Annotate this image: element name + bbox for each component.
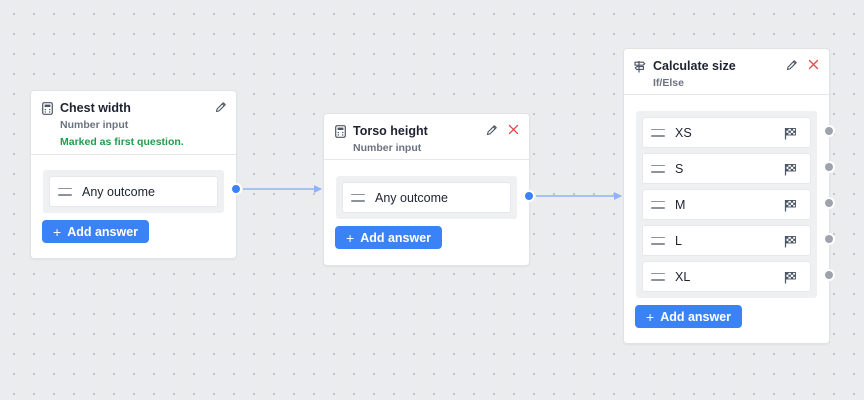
node-header: Torso height Number input <box>324 114 529 160</box>
node-type: If/Else <box>653 77 684 89</box>
answer-label: XS <box>675 125 692 140</box>
answer-label: S <box>675 161 684 176</box>
answer-label: L <box>675 233 682 248</box>
finish-flag-icon <box>784 127 797 140</box>
answers-list: XS S M L XL <box>636 111 817 298</box>
node-calculate-size[interactable]: Calculate size If/Else XS S M L XL + Add ans… <box>623 48 830 344</box>
answer-label: Any outcome <box>375 190 448 205</box>
flow-canvas[interactable]: Chest width Number input Marked as first… <box>0 0 864 400</box>
answers-list: Any outcome <box>336 176 517 219</box>
answers-list: Any outcome <box>43 170 224 213</box>
node-header: Calculate size If/Else <box>624 49 829 95</box>
drag-handle-icon[interactable] <box>651 236 665 245</box>
add-answer-label: Add answer <box>660 309 732 324</box>
add-answer-label: Add answer <box>360 230 432 245</box>
add-answer-label: Add answer <box>67 224 139 239</box>
drag-handle-icon[interactable] <box>651 272 665 281</box>
answer-item[interactable]: M <box>642 189 811 220</box>
finish-flag-icon <box>784 199 797 212</box>
branch-output-handle[interactable] <box>823 233 835 245</box>
node-type: Number input <box>60 119 129 131</box>
branch-output-handle[interactable] <box>823 125 835 137</box>
plus-icon: + <box>646 308 655 325</box>
finish-flag-icon <box>784 235 797 248</box>
output-handle[interactable] <box>230 183 242 195</box>
node-actions <box>784 57 821 72</box>
drag-handle-icon[interactable] <box>651 200 665 209</box>
edit-icon[interactable] <box>213 99 228 114</box>
answer-label: Any outcome <box>82 184 155 199</box>
node-header: Chest width Number input Marked as first… <box>31 91 236 155</box>
close-icon[interactable] <box>806 57 821 72</box>
answer-label: XL <box>675 269 691 284</box>
answer-item[interactable]: XL <box>642 261 811 292</box>
output-handle[interactable] <box>523 190 535 202</box>
node-torso-height[interactable]: Torso height Number input Any outcome + … <box>323 113 530 266</box>
drag-handle-icon[interactable] <box>58 187 72 196</box>
answer-item[interactable]: L <box>642 225 811 256</box>
drag-handle-icon[interactable] <box>651 164 665 173</box>
add-answer-button[interactable]: + Add answer <box>635 305 743 328</box>
add-answer-button[interactable]: + Add answer <box>42 220 150 243</box>
node-actions <box>484 122 521 137</box>
branch-output-handle[interactable] <box>823 197 835 209</box>
first-question-note: Marked as first question. <box>60 136 184 148</box>
calculator-icon <box>41 101 53 115</box>
answer-item[interactable]: XS <box>642 117 811 148</box>
signpost-icon <box>634 59 646 73</box>
plus-icon: + <box>53 223 62 240</box>
node-chest-width[interactable]: Chest width Number input Marked as first… <box>30 90 237 259</box>
drag-handle-icon[interactable] <box>351 193 365 202</box>
finish-flag-icon <box>784 271 797 284</box>
edit-icon[interactable] <box>784 57 799 72</box>
answer-item[interactable]: S <box>642 153 811 184</box>
calculator-icon <box>334 124 346 138</box>
branch-output-handle[interactable] <box>823 161 835 173</box>
plus-icon: + <box>346 229 355 246</box>
close-icon[interactable] <box>506 122 521 137</box>
answer-item[interactable]: Any outcome <box>342 182 511 213</box>
add-answer-button[interactable]: + Add answer <box>335 226 443 249</box>
answer-item[interactable]: Any outcome <box>49 176 218 207</box>
node-type: Number input <box>353 142 422 154</box>
branch-output-handle[interactable] <box>823 269 835 281</box>
answer-label: M <box>675 197 686 212</box>
node-title: Chest width <box>60 101 131 115</box>
edit-icon[interactable] <box>484 122 499 137</box>
drag-handle-icon[interactable] <box>651 128 665 137</box>
finish-flag-icon <box>784 163 797 176</box>
node-actions <box>213 99 228 114</box>
